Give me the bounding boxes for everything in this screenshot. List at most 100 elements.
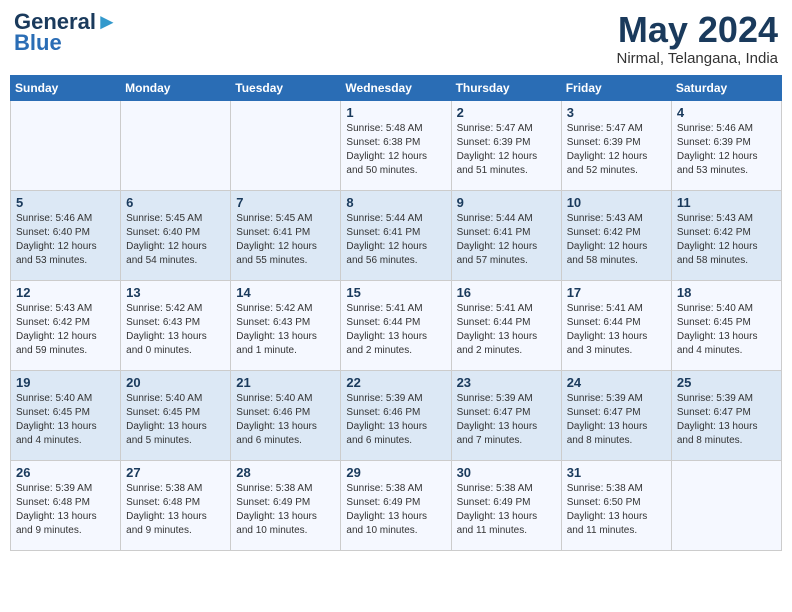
- day-number: 30: [457, 465, 556, 480]
- calendar-cell: 1 Sunrise: 5:48 AM Sunset: 6:38 PM Daylig…: [341, 100, 451, 190]
- day-number: 22: [346, 375, 445, 390]
- day-number: 7: [236, 195, 335, 210]
- day-info: Sunrise: 5:45 AM Sunset: 6:40 PM Dayligh…: [126, 212, 225, 268]
- day-info: Sunrise: 5:44 AM Sunset: 6:41 PM Dayligh…: [457, 212, 556, 268]
- day-number: 15: [346, 285, 445, 300]
- day-info: Sunrise: 5:45 AM Sunset: 6:41 PM Dayligh…: [236, 212, 335, 268]
- day-number: 16: [457, 285, 556, 300]
- week-row-1: 1 Sunrise: 5:48 AM Sunset: 6:38 PM Daylig…: [11, 100, 782, 190]
- day-number: 13: [126, 285, 225, 300]
- calendar-cell: 29Sunrise: 5:38 AM Sunset: 6:49 PM Dayli…: [341, 460, 451, 550]
- calendar-cell: 10 Sunrise: 5:43 AM Sunset: 6:42 PM Dayli…: [561, 190, 671, 280]
- calendar-cell: 31 Sunrise: 5:38 AM Sunset: 6:50 PM Dayli…: [561, 460, 671, 550]
- day-info: Sunrise: 5:43 AM Sunset: 6:42 PM Dayligh…: [677, 212, 776, 268]
- day-info: Sunrise: 5:48 AM Sunset: 6:38 PM Dayligh…: [346, 122, 445, 178]
- calendar-cell: 7 Sunrise: 5:45 AM Sunset: 6:41 PM Daylig…: [231, 190, 341, 280]
- day-number: 31: [567, 465, 666, 480]
- logo: General► Blue: [14, 10, 118, 56]
- day-info: Sunrise: 5:47 AM Sunset: 6:39 PM Dayligh…: [567, 122, 666, 178]
- month-title: May 2024: [617, 10, 778, 50]
- calendar-cell: 21 Sunrise: 5:40 AM Sunset: 6:46 PM Dayli…: [231, 370, 341, 460]
- calendar-cell: 28 Sunrise: 5:38 AM Sunset: 6:49 PM Dayli…: [231, 460, 341, 550]
- calendar-cell: 30 Sunrise: 5:38 AM Sunset: 6:49 PM Dayli…: [451, 460, 561, 550]
- calendar-table: SundayMondayTuesdayWednesdayThursdayFrid…: [10, 75, 782, 551]
- calendar-cell: 5 Sunrise: 5:46 AM Sunset: 6:40 PM Daylig…: [11, 190, 121, 280]
- day-number: 5: [16, 195, 115, 210]
- day-info: Sunrise: 5:38 AM Sunset: 6:49 PM Dayligh…: [457, 482, 556, 538]
- calendar-cell: 13Sunrise: 5:42 AM Sunset: 6:43 PM Dayli…: [121, 280, 231, 370]
- day-info: Sunrise: 5:38 AM Sunset: 6:49 PM Dayligh…: [236, 482, 335, 538]
- day-number: 9: [457, 195, 556, 210]
- day-info: Sunrise: 5:40 AM Sunset: 6:45 PM Dayligh…: [126, 392, 225, 448]
- day-number: 19: [16, 375, 115, 390]
- day-number: 14: [236, 285, 335, 300]
- calendar-cell: 15 Sunrise: 5:41 AM Sunset: 6:44 PM Dayli…: [341, 280, 451, 370]
- day-info: Sunrise: 5:41 AM Sunset: 6:44 PM Dayligh…: [567, 302, 666, 358]
- day-number: 21: [236, 375, 335, 390]
- day-info: Sunrise: 5:38 AM Sunset: 6:50 PM Dayligh…: [567, 482, 666, 538]
- calendar-cell: 6Sunrise: 5:45 AM Sunset: 6:40 PM Daylig…: [121, 190, 231, 280]
- page-header: General► Blue May 2024 Nirmal, Telangana…: [10, 10, 782, 67]
- day-number: 17: [567, 285, 666, 300]
- weekday-header-wednesday: Wednesday: [341, 75, 451, 100]
- calendar-cell: 3 Sunrise: 5:47 AM Sunset: 6:39 PM Daylig…: [561, 100, 671, 190]
- calendar-cell: 18 Sunrise: 5:40 AM Sunset: 6:45 PM Dayli…: [671, 280, 781, 370]
- calendar-cell: 27Sunrise: 5:38 AM Sunset: 6:48 PM Dayli…: [121, 460, 231, 550]
- day-info: Sunrise: 5:40 AM Sunset: 6:46 PM Dayligh…: [236, 392, 335, 448]
- day-info: Sunrise: 5:41 AM Sunset: 6:44 PM Dayligh…: [457, 302, 556, 358]
- weekday-header-saturday: Saturday: [671, 75, 781, 100]
- calendar-cell: 16 Sunrise: 5:41 AM Sunset: 6:44 PM Dayli…: [451, 280, 561, 370]
- calendar-cell: 23 Sunrise: 5:39 AM Sunset: 6:47 PM Dayli…: [451, 370, 561, 460]
- weekday-header-thursday: Thursday: [451, 75, 561, 100]
- calendar-cell: 19 Sunrise: 5:40 AM Sunset: 6:45 PM Dayli…: [11, 370, 121, 460]
- day-info: Sunrise: 5:44 AM Sunset: 6:41 PM Dayligh…: [346, 212, 445, 268]
- day-info: Sunrise: 5:39 AM Sunset: 6:48 PM Dayligh…: [16, 482, 115, 538]
- weekday-header-friday: Friday: [561, 75, 671, 100]
- day-info: Sunrise: 5:40 AM Sunset: 6:45 PM Dayligh…: [677, 302, 776, 358]
- calendar-cell: 2Sunrise: 5:47 AM Sunset: 6:39 PM Daylig…: [451, 100, 561, 190]
- day-info: Sunrise: 5:43 AM Sunset: 6:42 PM Dayligh…: [16, 302, 115, 358]
- calendar-cell: 17 Sunrise: 5:41 AM Sunset: 6:44 PM Dayli…: [561, 280, 671, 370]
- day-info: Sunrise: 5:40 AM Sunset: 6:45 PM Dayligh…: [16, 392, 115, 448]
- calendar-cell: [231, 100, 341, 190]
- day-number: 26: [16, 465, 115, 480]
- day-info: Sunrise: 5:43 AM Sunset: 6:42 PM Dayligh…: [567, 212, 666, 268]
- calendar-cell: 20 Sunrise: 5:40 AM Sunset: 6:45 PM Dayli…: [121, 370, 231, 460]
- day-info: Sunrise: 5:39 AM Sunset: 6:46 PM Dayligh…: [346, 392, 445, 448]
- day-number: 3: [567, 105, 666, 120]
- week-row-5: 26 Sunrise: 5:39 AM Sunset: 6:48 PM Dayli…: [11, 460, 782, 550]
- day-number: 24: [567, 375, 666, 390]
- day-number: 8: [346, 195, 445, 210]
- week-row-2: 5 Sunrise: 5:46 AM Sunset: 6:40 PM Daylig…: [11, 190, 782, 280]
- day-number: 28: [236, 465, 335, 480]
- calendar-cell: 22 Sunrise: 5:39 AM Sunset: 6:46 PM Dayli…: [341, 370, 451, 460]
- logo-blue: Blue: [14, 30, 62, 56]
- day-info: Sunrise: 5:42 AM Sunset: 6:43 PM Dayligh…: [236, 302, 335, 358]
- calendar-cell: 4Sunrise: 5:46 AM Sunset: 6:39 PM Daylig…: [671, 100, 781, 190]
- weekday-header-sunday: Sunday: [11, 75, 121, 100]
- calendar-cell: 11Sunrise: 5:43 AM Sunset: 6:42 PM Dayli…: [671, 190, 781, 280]
- calendar-cell: 26 Sunrise: 5:39 AM Sunset: 6:48 PM Dayli…: [11, 460, 121, 550]
- day-number: 18: [677, 285, 776, 300]
- location: Nirmal, Telangana, India: [617, 50, 778, 67]
- day-number: 27: [126, 465, 225, 480]
- weekday-header-tuesday: Tuesday: [231, 75, 341, 100]
- day-info: Sunrise: 5:46 AM Sunset: 6:40 PM Dayligh…: [16, 212, 115, 268]
- day-info: Sunrise: 5:39 AM Sunset: 6:47 PM Dayligh…: [457, 392, 556, 448]
- day-info: Sunrise: 5:41 AM Sunset: 6:44 PM Dayligh…: [346, 302, 445, 358]
- week-row-4: 19 Sunrise: 5:40 AM Sunset: 6:45 PM Dayli…: [11, 370, 782, 460]
- day-number: 23: [457, 375, 556, 390]
- day-number: 20: [126, 375, 225, 390]
- day-info: Sunrise: 5:39 AM Sunset: 6:47 PM Dayligh…: [677, 392, 776, 448]
- weekday-header-monday: Monday: [121, 75, 231, 100]
- weekday-header-row: SundayMondayTuesdayWednesdayThursdayFrid…: [11, 75, 782, 100]
- day-number: 4: [677, 105, 776, 120]
- calendar-cell: [11, 100, 121, 190]
- week-row-3: 12Sunrise: 5:43 AM Sunset: 6:42 PM Dayli…: [11, 280, 782, 370]
- day-number: 1: [346, 105, 445, 120]
- calendar-cell: 12Sunrise: 5:43 AM Sunset: 6:42 PM Dayli…: [11, 280, 121, 370]
- calendar-cell: [121, 100, 231, 190]
- day-number: 10: [567, 195, 666, 210]
- title-area: May 2024 Nirmal, Telangana, India: [617, 10, 778, 67]
- day-number: 2: [457, 105, 556, 120]
